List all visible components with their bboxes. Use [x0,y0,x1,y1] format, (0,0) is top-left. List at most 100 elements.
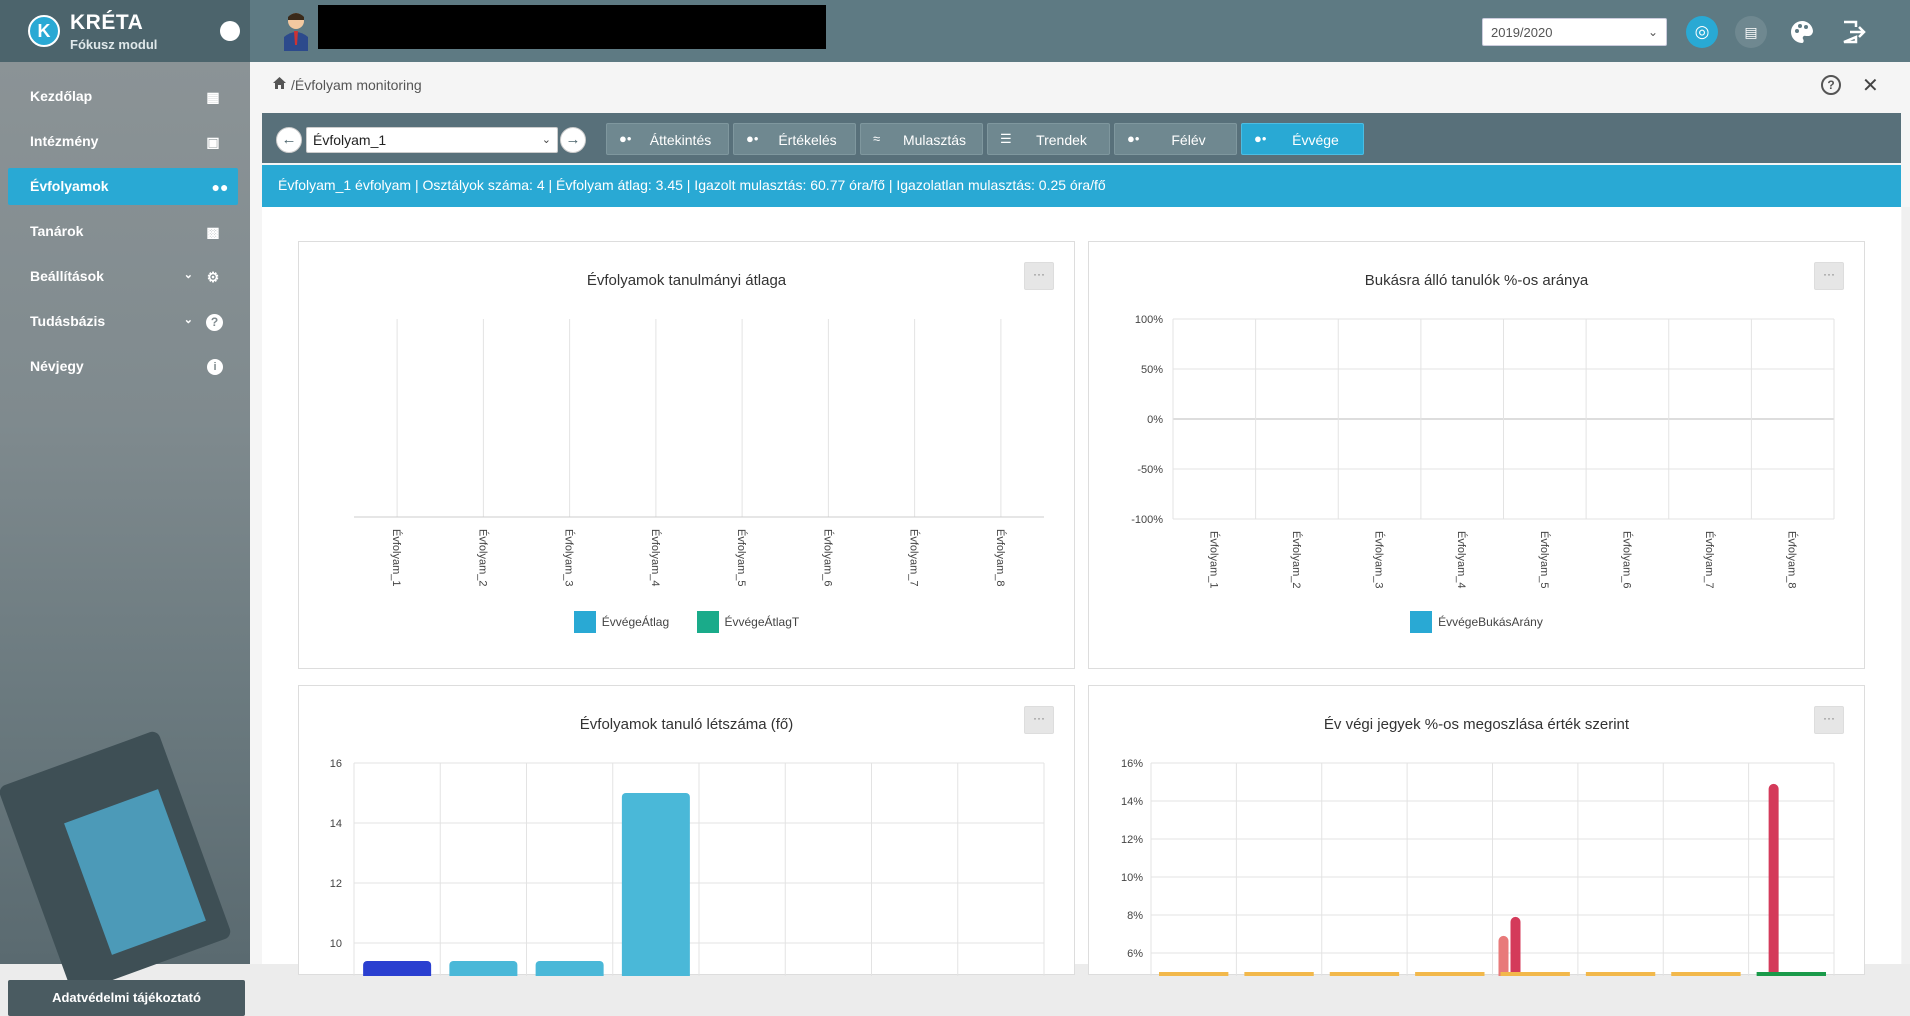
baseline-bar [1756,972,1826,976]
eye-icon[interactable]: ◎ [1686,16,1718,48]
tab-felev[interactable]: ●• Félév [1114,123,1237,155]
y-tick-label: 50% [1141,364,1163,376]
legend-item[interactable]: ÉvvégeÁtlag [573,611,670,633]
sidebar-item-beallitasok[interactable]: Beállítások ⌄ ⚙ [0,258,245,295]
privacy-notice-button[interactable]: Adatvédelmi tájékoztató [8,980,245,1016]
tab-trendek[interactable]: ☰ Trendek [987,123,1110,155]
user-avatar-icon[interactable] [280,11,312,51]
x-tick-label: Évfolyam_8 [1786,531,1799,588]
tab-ertekeles[interactable]: ●• Értékelés [733,123,856,155]
tab-label: Áttekintés [649,132,712,148]
legend-label: ÉvvégeBukásArány [1438,615,1543,629]
home-icon[interactable] [272,76,287,93]
logout-icon[interactable] [1838,16,1870,48]
chart-panel-failure-rate: 100% 50% 0% -50% -100% Évfolyam_1 Évfolyam_2 Év… [1088,241,1865,669]
palette-icon[interactable] [1786,16,1818,48]
sidebar-item-evfolyamok[interactable]: Évfolyamok ●● [8,168,238,205]
next-grade-button[interactable]: → [560,127,586,153]
x-tick-label: Évfolyam_3 [563,529,576,586]
sidebar-item-tanarok[interactable]: Tanárok ▩ [0,213,245,250]
chart-panel-grade-distribution: 16% 14% 12% 10% 8% 6% Év végi jegyek %-os meg… [1088,685,1865,976]
group-icon: ●● [211,179,229,195]
scrollbar[interactable] [1902,207,1910,964]
x-tick-label: Évfolyam_5 [1538,531,1551,588]
grade-summary-bar: Évfolyam_1 évfolyam | Osztályok száma: 4… [262,165,1901,207]
x-tick-label: Évfolyam_1 [390,529,403,586]
bar [363,961,432,976]
legend-label: ÉvvégeÁtlag [601,615,670,629]
x-tick-label: Évfolyam_5 [735,529,748,586]
bar [449,961,518,976]
sidebar-item-intezmeny[interactable]: Intézmény ▣ [0,123,245,160]
tab-label: Félév [1171,132,1206,148]
tab-label: Értékelés [778,132,837,148]
more-options-button[interactable]: ··· [1024,706,1054,734]
baseline-bar [1244,972,1314,976]
y-tick-label: 12% [1121,834,1143,846]
breadcrumb: /Évfolyam monitoring [272,76,422,93]
sidebar-item-label: Évfolyamok [30,178,109,194]
building-icon: ▣ [206,134,220,150]
bar [1498,935,1509,976]
tab-attekintes[interactable]: ●• Áttekintés [606,123,729,155]
baseline-bar [1585,972,1656,976]
sidebar-item-tudasbazis[interactable]: Tudásbázis ⌄ ? [0,303,245,340]
legend-swatch [1410,611,1433,633]
y-tick-label: 8% [1127,910,1143,922]
top-bar: K KRÉTA Fókusz modul 2019/2020 ⌄ ◎ ▤ [0,0,1910,62]
previous-grade-button[interactable]: ← [276,127,302,153]
sidebar-item-label: Beállítások [30,268,104,284]
sidebar-item-nevjegy[interactable]: Névjegy i [0,348,245,385]
bar [1510,916,1521,976]
x-tick-label: Évfolyam_6 [821,529,834,586]
y-tick-label: 0% [1147,414,1163,426]
x-tick-label: Évfolyam_7 [908,529,921,586]
y-tick-label: 14 [330,818,342,830]
school-year-select[interactable]: 2019/2020 ⌄ [1482,18,1667,46]
x-tick-label: Évfolyam_8 [994,529,1007,586]
bar [1768,783,1779,976]
tab-evvege[interactable]: ●• Évvége [1241,123,1364,155]
more-options-button[interactable]: ··· [1814,706,1844,734]
legend-item[interactable]: ÉvvégeBukásArány [1410,611,1543,633]
dashboard-icon: ▦ [206,89,220,105]
app-module: Fókusz modul [70,37,158,52]
chevron-down-icon: ⌄ [1647,25,1658,39]
grade-select-value: Évfolyam_1 [313,132,387,148]
y-tick-label: 100% [1135,314,1163,326]
baseline-bar [1415,972,1485,976]
brand[interactable]: K KRÉTA Fókusz modul [0,0,250,62]
info-icon: i [207,359,223,375]
app-title: KRÉTA [70,11,144,34]
card-icon[interactable]: ▤ [1735,16,1767,48]
chart-title: Évfolyamok tanulmányi átlaga [586,272,787,289]
tab-mulasztas[interactable]: ≈ Mulasztás [860,123,983,155]
sidebar-item-kezdolap[interactable]: Kezdőlap ▦ [0,78,245,115]
grade-select[interactable]: Évfolyam_1 ⌄ [306,127,558,153]
sidebar-toggle[interactable] [220,21,240,41]
help-icon[interactable]: ? [1821,75,1841,95]
chevron-down-icon: ⌄ [541,134,551,146]
legend-swatch [573,611,596,633]
close-icon[interactable]: ✕ [1862,73,1879,98]
contact-card-icon: ▩ [206,224,220,240]
tab-label: Mulasztás [902,132,967,148]
toolbar: ← Évfolyam_1 ⌄ → ●• Áttekintés ●• Értéke… [262,113,1901,163]
school-year-value: 2019/2020 [1491,25,1553,40]
chart-legend: ÉvvégeBukásArány [1089,611,1864,633]
y-tick-label: 10 [330,938,342,950]
sidebar-item-label: Névjegy [30,358,84,374]
more-options-button[interactable]: ··· [1814,262,1844,290]
tab-label: Trendek [1036,132,1087,148]
chart-title: Évfolyamok tanuló létszáma (fő) [579,716,794,733]
gear-icon: ⚙ [206,269,220,285]
chart-title: Év végi jegyek %-os megoszlása érték sze… [1323,716,1630,733]
breadcrumb-current: Évfolyam monitoring [294,77,422,93]
x-tick-label: Évfolyam_1 [1207,531,1220,588]
legend-item[interactable]: ÉvvégeÁtlagT [696,611,799,633]
x-tick-label: Évfolyam_2 [476,529,489,586]
y-tick-label: 16% [1121,758,1143,770]
user-name-redacted [318,5,826,49]
more-options-button[interactable]: ··· [1024,262,1054,290]
bar [535,961,604,976]
